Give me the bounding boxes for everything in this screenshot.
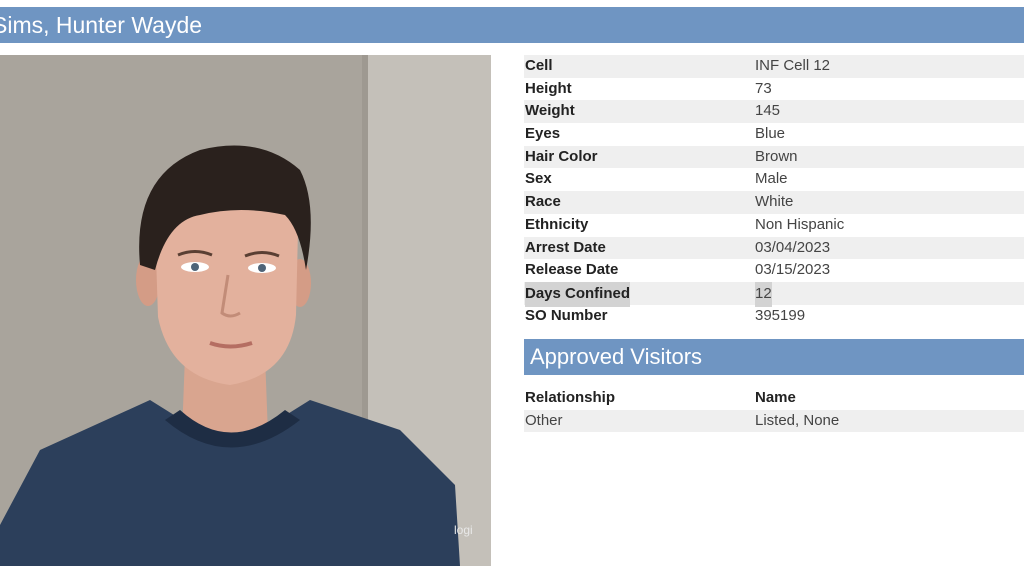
- detail-label: SO Number: [525, 306, 608, 324]
- detail-row-arrest-date: Arrest Date 03/04/2023: [524, 236, 1024, 260]
- detail-row-ethnicity: Ethnicity Non Hispanic: [524, 214, 1024, 237]
- detail-label: Cell: [525, 57, 553, 74]
- detail-value: INF Cell 12: [755, 57, 831, 74]
- detail-value: 395199: [755, 306, 806, 324]
- detail-value: Brown: [755, 147, 798, 165]
- detail-label: Ethnicity: [525, 215, 589, 233]
- detail-row-days-confined: Days Confined 12: [524, 281, 1024, 307]
- detail-value: 03/04/2023: [755, 238, 831, 256]
- detail-row-weight: Weight 145: [524, 100, 1024, 124]
- detail-row-eyes: Eyes Blue: [524, 123, 1024, 146]
- detail-value: White: [755, 193, 794, 211]
- detail-value: Male: [755, 170, 788, 188]
- detail-label: Height: [525, 79, 572, 97]
- detail-row-race: Race White: [524, 191, 1024, 214]
- detail-label: Release Date: [525, 261, 619, 279]
- detail-label: Arrest Date: [525, 238, 606, 256]
- visitors-table: Relationship Name Other Listed, None: [524, 387, 1024, 433]
- visitors-header-row: Relationship Name: [524, 387, 1024, 410]
- booking-photo: logi: [0, 55, 491, 566]
- detail-label: Sex: [525, 170, 552, 188]
- detail-label: Hair Color: [525, 147, 598, 165]
- detail-label: Days Confined: [525, 281, 631, 307]
- detail-value: 03/15/2023: [755, 261, 831, 279]
- visitor-relationship: Other: [525, 411, 563, 429]
- approved-visitors-header: Approved Visitors: [524, 339, 1024, 375]
- detail-label: Weight: [525, 102, 575, 120]
- column-header-relationship: Relationship: [525, 389, 616, 406]
- detail-label: Eyes: [525, 125, 561, 143]
- detail-value: 73: [755, 79, 772, 97]
- detail-value: 145: [755, 102, 781, 120]
- visitor-name: Listed, None: [755, 411, 840, 429]
- inmate-details-table: Cell INF Cell 12 Height 73 Weight 145 Ey…: [524, 55, 1024, 327]
- inmate-name: Sims, Hunter Wayde: [0, 12, 203, 38]
- detail-row-so-number: SO Number 395199: [524, 305, 1024, 328]
- table-row: Other Listed, None: [524, 409, 1024, 433]
- approved-visitors-title: Approved Visitors: [530, 344, 703, 369]
- inmate-name-header: Sims, Hunter Wayde: [0, 7, 1024, 43]
- photo-watermark: logi: [454, 523, 473, 537]
- detail-row-hair-color: Hair Color Brown: [524, 145, 1024, 169]
- detail-value: Non Hispanic: [755, 215, 845, 233]
- column-header-name: Name: [755, 389, 796, 406]
- detail-row-release-date: Release Date 03/15/2023: [524, 259, 1024, 282]
- detail-label: Race: [525, 193, 561, 211]
- detail-value: 12: [755, 281, 772, 307]
- detail-row-sex: Sex Male: [524, 168, 1024, 191]
- detail-value: Blue: [755, 125, 786, 143]
- detail-row-height: Height 73: [524, 78, 1024, 101]
- detail-row-cell: Cell INF Cell 12: [524, 55, 1024, 78]
